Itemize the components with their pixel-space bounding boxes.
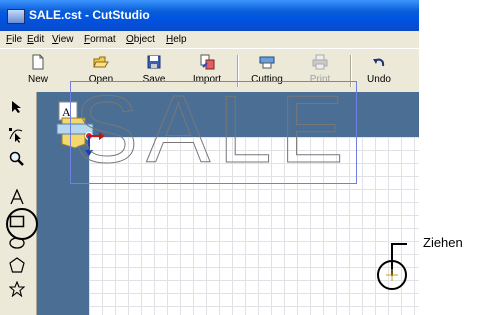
menu-file[interactable]: File bbox=[6, 34, 22, 45]
menu-help[interactable]: Help bbox=[166, 34, 187, 45]
tool-palette bbox=[0, 92, 37, 315]
open-folder-icon bbox=[93, 54, 109, 70]
rectangle-icon bbox=[9, 215, 25, 228]
star-icon bbox=[9, 281, 25, 297]
menu-object[interactable]: Object bbox=[126, 34, 155, 45]
ellipse-tool[interactable] bbox=[6, 232, 28, 254]
undo-button[interactable]: Undo bbox=[357, 53, 401, 89]
undo-arrow-icon bbox=[371, 54, 387, 70]
star-tool[interactable] bbox=[6, 278, 28, 300]
undo-label: Undo bbox=[367, 74, 391, 85]
new-button[interactable]: New bbox=[16, 53, 60, 89]
import-icon bbox=[199, 54, 215, 70]
menu-edit[interactable]: Edit bbox=[27, 34, 44, 45]
zoom-icon bbox=[9, 151, 24, 166]
rectangle-tool[interactable] bbox=[6, 210, 28, 232]
node-edit-icon bbox=[9, 128, 23, 143]
title-bar[interactable]: SALE.cst - CutStudio bbox=[0, 0, 419, 31]
selection-box[interactable]: SALE bbox=[70, 81, 357, 184]
polygon-tool[interactable] bbox=[6, 254, 28, 276]
menu-format[interactable]: Format bbox=[84, 34, 116, 45]
app-icon bbox=[7, 9, 25, 24]
text-tool[interactable] bbox=[6, 186, 28, 208]
select-tool[interactable] bbox=[6, 96, 28, 118]
printer-icon bbox=[312, 54, 328, 70]
select-arrow-icon bbox=[12, 101, 21, 113]
menu-bar: File Edit View Format Object Help bbox=[0, 31, 419, 48]
new-document-icon bbox=[30, 54, 46, 70]
node-edit-tool[interactable] bbox=[6, 124, 28, 146]
svg-text:SALE: SALE bbox=[74, 82, 351, 183]
save-disk-icon bbox=[146, 54, 162, 70]
text-icon bbox=[10, 189, 24, 205]
polygon-icon bbox=[9, 257, 25, 273]
ellipse-icon bbox=[9, 237, 25, 249]
zoom-tool[interactable] bbox=[6, 148, 28, 170]
app-window: SALE.cst - CutStudio File Edit View Form… bbox=[0, 0, 419, 315]
menu-view[interactable]: View bbox=[52, 34, 74, 45]
window-title: SALE.cst - CutStudio bbox=[29, 8, 150, 22]
sale-outline-text[interactable]: SALE bbox=[71, 82, 356, 183]
cutting-icon bbox=[259, 54, 275, 70]
ziehen-label: Ziehen bbox=[423, 235, 463, 250]
new-label: New bbox=[27, 74, 48, 85]
